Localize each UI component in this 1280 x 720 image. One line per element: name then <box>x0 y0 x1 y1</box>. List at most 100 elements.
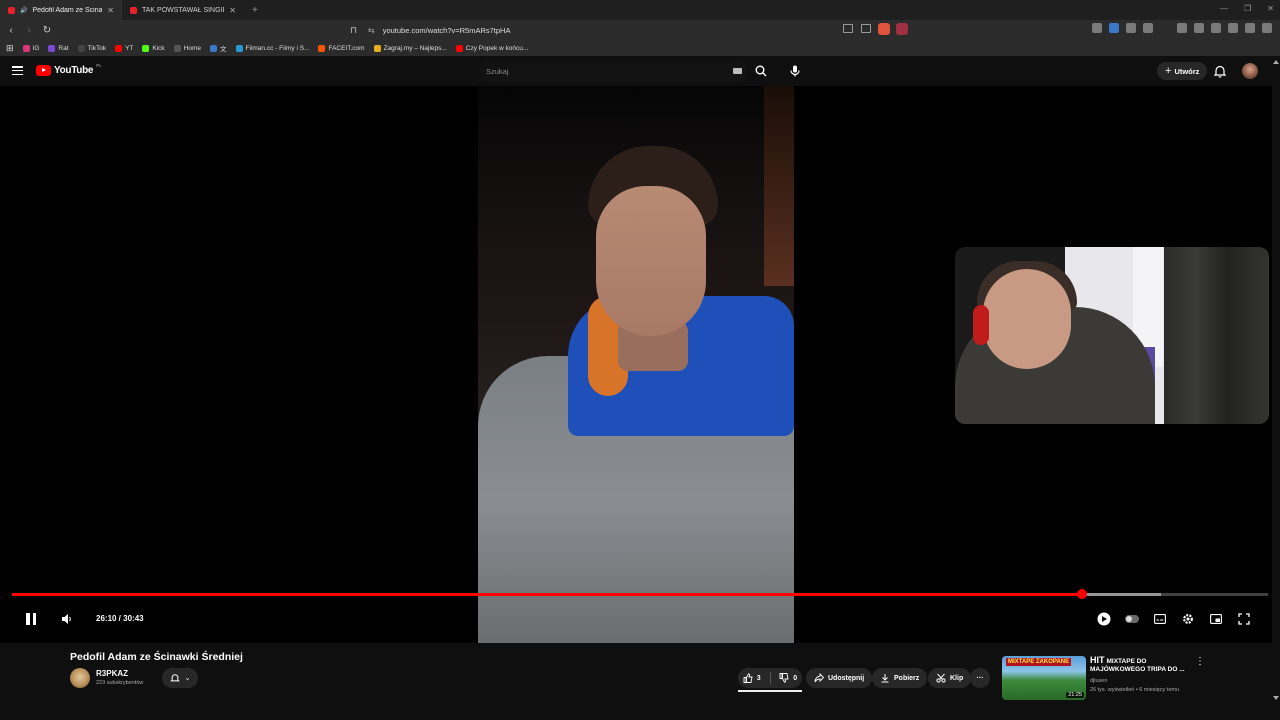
vpn-icon[interactable] <box>1245 23 1255 33</box>
forward-icon[interactable]: › <box>22 23 36 37</box>
create-button[interactable]: + Utwórz <box>1157 62 1208 80</box>
share-page-icon[interactable] <box>861 24 871 33</box>
create-label: Utwórz <box>1174 66 1200 76</box>
restore-icon[interactable]: ❐ <box>1244 4 1251 13</box>
share-button[interactable]: Udostępnij <box>806 668 873 688</box>
channel-name[interactable]: R3PKAZ <box>96 669 128 678</box>
bookmark-item[interactable]: 文 <box>210 43 227 53</box>
recommended-video[interactable]: MIXTAPE ZAKOPANE 21:25 HIT MIXTAPE DO MAJ… <box>1002 656 1192 700</box>
cast-icon[interactable] <box>843 24 853 33</box>
site-info-icon[interactable]: ⇆ <box>368 26 375 35</box>
back-icon[interactable]: ‹ <box>4 23 18 37</box>
scroll-down-icon[interactable] <box>1273 696 1279 700</box>
close-tab-icon[interactable]: ✕ <box>229 6 236 15</box>
youtube-header: YouTube PL Szukaj + Utwórz <box>0 56 1280 86</box>
recommended-title[interactable]: HIT MIXTAPE DO MAJÓWKOWEGO TRIPA DO ... <box>1090 656 1186 674</box>
bell-icon <box>169 674 180 682</box>
headphones <box>973 305 989 345</box>
extension-icon[interactable] <box>1092 23 1102 33</box>
dislike-button[interactable]: 0 <box>775 668 803 688</box>
extension-icon[interactable] <box>1109 23 1119 33</box>
close-tab-icon[interactable]: ✕ <box>107 6 114 15</box>
plus-icon: + <box>1165 65 1172 77</box>
subtitles-icon <box>1154 614 1166 624</box>
volume-icon <box>62 614 71 624</box>
bookmark-item[interactable]: Home <box>173 44 201 52</box>
menu-icon[interactable] <box>1262 23 1272 33</box>
webcam-overlay <box>955 247 1269 424</box>
brave-shield-icon[interactable] <box>878 23 890 35</box>
miniplayer-button[interactable] <box>1208 611 1224 627</box>
bookmark-icon[interactable]: ⊓ <box>350 25 360 36</box>
more-vertical-icon[interactable]: ⋮ <box>1195 656 1205 667</box>
scroll-up-icon[interactable] <box>1273 60 1279 64</box>
reload-icon[interactable]: ↻ <box>40 23 54 37</box>
extension-icon[interactable] <box>1160 23 1170 33</box>
extension-icon[interactable] <box>1143 23 1153 33</box>
hamburger-menu-icon[interactable] <box>12 66 23 75</box>
pause-button[interactable] <box>24 611 38 627</box>
tiktok-icon <box>77 44 85 52</box>
video-thumbnail[interactable]: MIXTAPE ZAKOPANE 21:25 <box>1002 656 1086 700</box>
subscription-bell-button[interactable]: ⌄ <box>162 668 198 688</box>
download-button[interactable]: Pobierz <box>872 668 928 688</box>
youtube-logo[interactable]: YouTube PL <box>36 63 102 76</box>
autoplay-toggle[interactable] <box>1125 615 1139 623</box>
minimize-icon[interactable]: — <box>1220 4 1228 13</box>
brave-rewards-icon[interactable] <box>896 23 908 35</box>
search-button[interactable] <box>750 60 772 82</box>
bookmark-item[interactable]: Rat <box>48 44 69 52</box>
recommended-channel[interactable]: djlusen <box>1090 678 1107 684</box>
account-avatar[interactable] <box>1242 63 1258 79</box>
youtube-icon <box>455 44 463 52</box>
logo-text: YouTube <box>54 65 94 76</box>
keyboard-icon[interactable] <box>733 68 742 74</box>
like-button[interactable]: 3 <box>738 668 766 688</box>
video-player[interactable] <box>0 86 1280 643</box>
scissors-icon <box>936 673 946 683</box>
bookmark-item[interactable]: Zagraj.my – Najleps... <box>373 44 447 52</box>
youtube-play-icon <box>36 65 51 76</box>
sponsor-block-button[interactable] <box>1096 611 1112 627</box>
like-ratio-bar <box>738 690 802 692</box>
settings-button[interactable] <box>1180 611 1196 627</box>
brave-shields <box>878 23 908 35</box>
fullscreen-button[interactable] <box>1236 611 1252 627</box>
like-count: 3 <box>756 674 761 682</box>
voice-search-button[interactable] <box>784 60 806 82</box>
wallet-icon[interactable] <box>1211 23 1221 33</box>
close-window-icon[interactable]: ✕ <box>1267 4 1274 13</box>
subtitles-button[interactable] <box>1152 611 1168 627</box>
thumbnail-tag: MIXTAPE ZAKOPANE <box>1006 658 1072 666</box>
media-icon[interactable] <box>1177 23 1187 33</box>
leo-icon[interactable] <box>1228 23 1238 33</box>
clip-button[interactable]: Klip <box>928 668 972 688</box>
bookmark-item[interactable]: Czy Popek w końcu... <box>455 44 528 52</box>
sidebar-icon[interactable] <box>1194 23 1204 33</box>
share-icon <box>814 673 824 683</box>
notifications-bell-icon[interactable] <box>1213 64 1227 78</box>
mute-button[interactable] <box>60 611 74 627</box>
bookmark-item[interactable]: Kick <box>142 44 165 52</box>
time-display: 26:10 / 30:43 <box>96 614 144 623</box>
extension-icons <box>1092 23 1272 33</box>
apps-icon[interactable]: ⊞ <box>6 43 14 54</box>
bookmark-item[interactable]: YT <box>115 44 133 52</box>
bookmark-item[interactable]: FACEIT.com <box>318 44 365 52</box>
bookmark-item[interactable]: TikTok <box>77 44 106 52</box>
channel-avatar[interactable] <box>70 668 90 688</box>
tab-inactive[interactable]: TAK POWSTAWAŁ SINGIEL "OBOK"! ✕ <box>122 0 244 20</box>
page-scrollbar[interactable] <box>1272 56 1280 720</box>
bookmark-item[interactable]: Filman.cc - Filmy i S... <box>235 44 309 52</box>
country-code: PL <box>96 63 102 68</box>
extension-icon[interactable] <box>1126 23 1136 33</box>
shield-icon <box>1097 612 1111 626</box>
url-field[interactable]: ⊓ ⇆ youtube.com/watch?v=R5mARs7tpHA <box>350 22 910 38</box>
youtube-icon <box>115 44 123 52</box>
tab-active[interactable]: 🔊 Pedofil Adam ze Ścinawki Śr ✕ <box>0 0 122 20</box>
search-input[interactable]: Szukaj <box>478 60 748 82</box>
more-actions-button[interactable]: ··· <box>970 668 990 688</box>
new-tab-icon[interactable]: + <box>252 5 258 16</box>
bookmark-item[interactable]: IG <box>22 44 39 52</box>
search-placeholder: Szukaj <box>486 66 509 76</box>
